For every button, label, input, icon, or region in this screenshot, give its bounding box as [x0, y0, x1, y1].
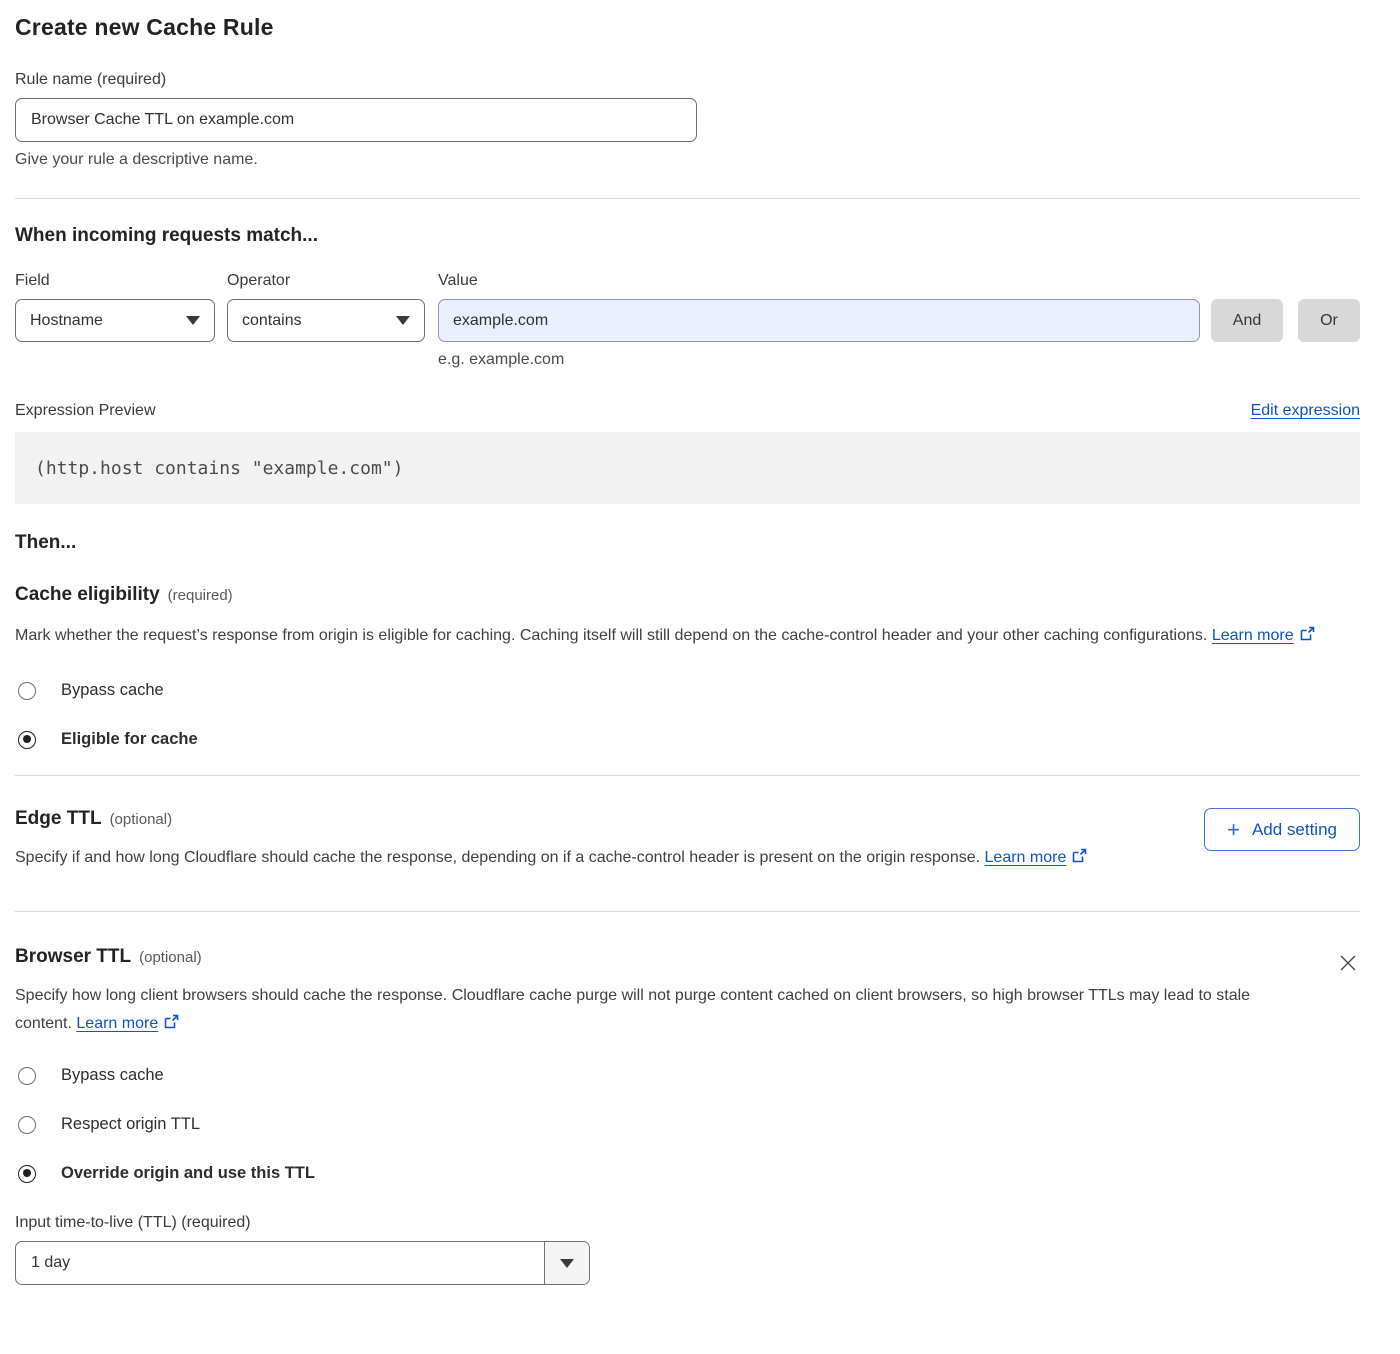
operator-label: Operator [227, 272, 425, 290]
rule-name-helper: Give your rule a descriptive name. [15, 151, 1360, 169]
browser-ttl-option-respect[interactable]: Respect origin TTL [15, 1115, 1360, 1134]
field-label: Field [15, 272, 215, 290]
radio-label: Eligible for cache [61, 730, 198, 749]
radio-icon-selected[interactable] [18, 1165, 36, 1183]
rule-name-label: Rule name (required) [15, 71, 1360, 89]
external-link-icon [1071, 846, 1087, 874]
cache-eligibility-option-bypass[interactable]: Bypass cache [15, 681, 1360, 700]
cache-eligibility-description-text: Mark whether the request’s response from… [15, 627, 1207, 644]
add-setting-label: Add setting [1252, 820, 1337, 840]
ttl-select-value: 1 day [16, 1242, 544, 1284]
edge-ttl-description: Specify if and how long Cloudflare shoul… [15, 844, 1087, 874]
match-row: Field Hostname Operator contains Value e… [15, 272, 1360, 369]
radio-label: Respect origin TTL [61, 1115, 200, 1134]
radio-label: Bypass cache [61, 1066, 164, 1085]
chevron-down-icon [396, 316, 410, 325]
edge-ttl-description-text: Specify if and how long Cloudflare shoul… [15, 849, 980, 866]
field-select-value: Hostname [30, 312, 103, 330]
radio-label: Bypass cache [61, 681, 164, 700]
add-setting-button[interactable]: + Add setting [1204, 808, 1360, 851]
page-title: Create new Cache Rule [15, 14, 1360, 41]
value-label: Value [438, 272, 1200, 290]
rule-name-input[interactable] [15, 98, 697, 142]
operator-select-value: contains [242, 312, 302, 330]
expression-code-box: (http.host contains "example.com") [15, 432, 1360, 504]
radio-label: Override origin and use this TTL [61, 1164, 315, 1183]
cache-eligibility-learn-more-link[interactable]: Learn more [1212, 627, 1294, 644]
edge-ttl-learn-more-link[interactable]: Learn more [985, 849, 1067, 866]
browser-ttl-option-override[interactable]: Override origin and use this TTL [15, 1164, 1360, 1183]
cache-eligibility-option-eligible[interactable]: Eligible for cache [15, 730, 1360, 749]
browser-ttl-description-text: Specify how long client browsers should … [15, 987, 1250, 1032]
chevron-down-icon [560, 1259, 574, 1268]
radio-icon[interactable] [18, 682, 36, 700]
browser-ttl-title: Browser TTL [15, 946, 131, 967]
edit-expression-link[interactable]: Edit expression [1251, 402, 1360, 420]
required-badge: (required) [168, 587, 233, 604]
edge-ttl-heading: Edge TTL (optional) [15, 808, 1087, 830]
ttl-select-arrow[interactable] [544, 1242, 589, 1284]
browser-ttl-heading: Browser TTL (optional) [15, 946, 1295, 968]
close-icon [1338, 953, 1358, 973]
cache-eligibility-description: Mark whether the request’s response from… [15, 622, 1355, 652]
field-select[interactable]: Hostname [15, 299, 215, 342]
plus-icon: + [1227, 819, 1240, 841]
cache-eligibility-heading: Cache eligibility (required) [15, 584, 1360, 606]
external-link-icon [1299, 624, 1315, 652]
external-link-icon [163, 1012, 179, 1040]
radio-icon-selected[interactable] [18, 731, 36, 749]
browser-ttl-option-bypass[interactable]: Bypass cache [15, 1066, 1360, 1085]
expression-preview-label: Expression Preview [15, 402, 156, 420]
optional-badge: (optional) [139, 949, 202, 966]
browser-ttl-learn-more-link[interactable]: Learn more [76, 1015, 158, 1032]
chevron-down-icon [186, 316, 200, 325]
value-helper: e.g. example.com [438, 351, 1200, 369]
create-cache-rule-form: Create new Cache Rule Rule name (require… [0, 0, 1380, 1305]
and-button[interactable]: And [1211, 299, 1283, 342]
browser-ttl-description: Specify how long client browsers should … [15, 982, 1295, 1040]
edge-ttl-title: Edge TTL [15, 808, 102, 829]
radio-icon[interactable] [18, 1116, 36, 1134]
match-heading: When incoming requests match... [15, 225, 1360, 247]
value-input[interactable] [438, 299, 1200, 342]
optional-badge: (optional) [110, 811, 173, 828]
cache-eligibility-title: Cache eligibility [15, 584, 160, 605]
then-heading: Then... [15, 532, 1360, 554]
close-browser-ttl-button[interactable] [1336, 951, 1360, 975]
ttl-select[interactable]: 1 day [15, 1241, 590, 1285]
radio-icon[interactable] [18, 1067, 36, 1085]
operator-select[interactable]: contains [227, 299, 425, 342]
expression-code: (http.host contains "example.com") [35, 458, 403, 479]
or-button[interactable]: Or [1298, 299, 1360, 342]
ttl-label: Input time-to-live (TTL) (required) [15, 1214, 1360, 1232]
